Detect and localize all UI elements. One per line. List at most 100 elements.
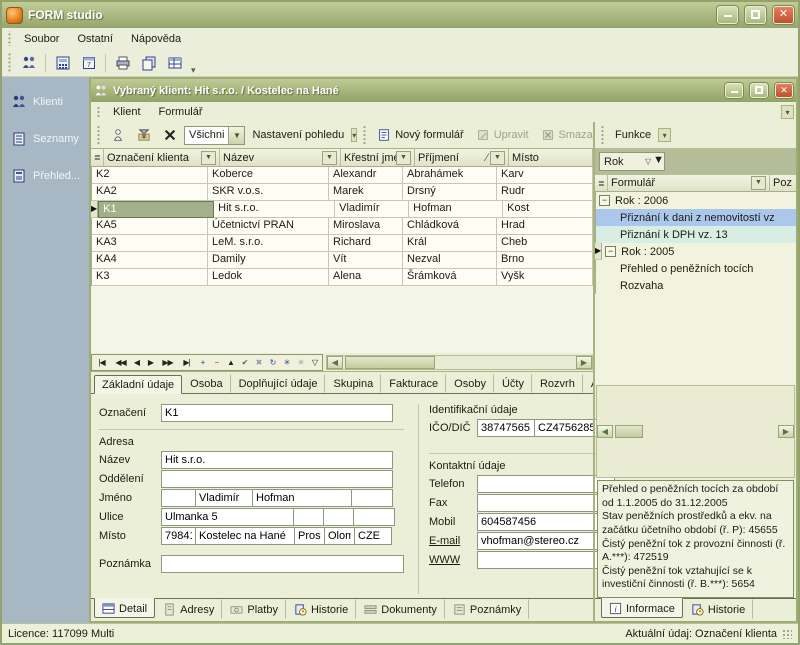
nav-goto-bookmark-button[interactable]: ✳ bbox=[294, 358, 308, 367]
forms-item-row[interactable]: Rozvaha bbox=[595, 277, 796, 294]
toolbar-grip[interactable] bbox=[7, 53, 12, 72]
combo-dropdown-icon[interactable]: ▼ bbox=[228, 127, 244, 144]
ulice-extra-field[interactable] bbox=[353, 508, 395, 526]
new-form-button[interactable]: Nový formulář bbox=[372, 125, 468, 146]
client-close-button[interactable]: ✕ bbox=[775, 83, 793, 98]
tab-fakturace[interactable]: Fakturace bbox=[381, 374, 446, 393]
psc-field[interactable] bbox=[161, 527, 196, 545]
email-link-label[interactable]: E-mail bbox=[429, 535, 477, 547]
tab-adresy[interactable]: Adresy bbox=[155, 599, 222, 619]
form-toolbar-grip[interactable] bbox=[362, 126, 367, 144]
jmeno-first-field[interactable] bbox=[195, 489, 253, 507]
functions-chevron[interactable]: ▾ bbox=[658, 128, 671, 142]
table-row[interactable]: K3LedokAlenaŠrámkováVyšk bbox=[91, 269, 593, 286]
view-filter-combo[interactable]: Všichni ▼ bbox=[184, 126, 245, 145]
edit-form-button[interactable]: Upravit bbox=[471, 125, 534, 146]
table-row-selected[interactable]: ▶ K1Hit s.r.o.VladimírHofmanKost bbox=[91, 201, 593, 218]
scroll-left-icon[interactable]: ◀ bbox=[597, 425, 613, 438]
calculator-button[interactable] bbox=[50, 51, 75, 74]
tab-skupina[interactable]: Skupina bbox=[325, 374, 381, 393]
oznaceni-field[interactable] bbox=[161, 404, 393, 422]
tab-historie-panel[interactable]: Historie bbox=[683, 599, 753, 619]
forms-horizontal-scrollbar[interactable]: ◀ ▶ bbox=[596, 385, 795, 478]
report-button[interactable]: 7 bbox=[76, 51, 101, 74]
table-button[interactable] bbox=[162, 51, 187, 74]
nav-edit-button[interactable]: ▲ bbox=[224, 358, 238, 367]
nav-first-button[interactable]: |◀ bbox=[92, 358, 111, 367]
client-minimize-button[interactable] bbox=[725, 83, 743, 98]
minimize-button[interactable] bbox=[717, 6, 738, 24]
scroll-right-icon[interactable]: ▶ bbox=[576, 356, 592, 369]
scroll-thumb[interactable] bbox=[345, 356, 435, 369]
scroll-left-icon[interactable]: ◀ bbox=[327, 356, 343, 369]
menubar-overflow-chevron[interactable]: ▾ bbox=[781, 105, 794, 119]
person-filter-button[interactable] bbox=[106, 125, 130, 146]
nav-insert-button[interactable]: + bbox=[196, 358, 210, 367]
jmeno-suffix-field[interactable] bbox=[351, 489, 393, 507]
forms-group-row[interactable]: −Rok : 2006 bbox=[595, 192, 796, 209]
clear-filter-button[interactable] bbox=[158, 125, 182, 146]
okres-field[interactable] bbox=[294, 527, 325, 545]
forms-group-row-current[interactable]: ▶ −Rok : 2005 bbox=[595, 243, 796, 260]
nav-prior-button[interactable]: ◀ bbox=[130, 358, 144, 367]
toolbar-overflow-chevron[interactable]: ▾ bbox=[188, 65, 199, 76]
nav-delete-button[interactable]: − bbox=[210, 358, 224, 367]
forms-item-row-selected[interactable]: Přiznání k dani z nemovitostí vz bbox=[595, 209, 796, 226]
tab-platby[interactable]: Platby bbox=[222, 599, 286, 619]
jmeno-last-field[interactable] bbox=[252, 489, 352, 507]
www-link-label[interactable]: WWW bbox=[429, 554, 477, 566]
current-row-indicator[interactable]: ▶ bbox=[595, 243, 602, 260]
sidebar-item-seznamy[interactable]: Seznamy bbox=[2, 131, 89, 147]
nav-next-page-button[interactable]: ▶▶ bbox=[158, 358, 177, 367]
clients-button[interactable] bbox=[16, 51, 41, 74]
table-row[interactable]: KA5Účetnictví PRANMiroslavaChládkováHrad bbox=[91, 218, 593, 235]
nav-prior-page-button[interactable]: ◀◀ bbox=[111, 358, 130, 367]
current-row-indicator[interactable]: ▶ bbox=[91, 201, 98, 218]
table-horizontal-scrollbar[interactable]: ◀ ▶ bbox=[326, 355, 593, 370]
view-settings-button[interactable]: Nastavení pohledu bbox=[247, 125, 349, 146]
column-filter-icon[interactable]: ▼ bbox=[201, 151, 216, 165]
column-filter-icon[interactable]: ▼ bbox=[322, 151, 337, 165]
forms-item-row[interactable]: Přiznání k DPH vz. 13 bbox=[595, 226, 796, 243]
menu-grip[interactable] bbox=[7, 31, 12, 46]
maximize-button[interactable] bbox=[745, 6, 766, 24]
column-filter-icon[interactable]: ▼ bbox=[490, 151, 505, 165]
tab-osoba[interactable]: Osoba bbox=[182, 374, 230, 393]
combo-dropdown-icon[interactable]: ▼ bbox=[653, 153, 664, 170]
filter-toolbar-grip[interactable] bbox=[96, 126, 101, 144]
sidebar-item-prehledy[interactable]: Přehled... bbox=[2, 168, 89, 184]
filter-toolbar-chevron[interactable]: ▾ bbox=[351, 128, 357, 142]
nav-bookmark-button[interactable]: ✳ bbox=[280, 358, 294, 367]
nav-refresh-button[interactable]: ↻ bbox=[266, 358, 280, 367]
tab-informace[interactable]: i Informace bbox=[601, 598, 683, 618]
column-filter-icon[interactable]: ▼ bbox=[396, 151, 411, 165]
nazev-field[interactable] bbox=[161, 451, 393, 469]
menu-soubor[interactable]: Soubor bbox=[15, 31, 68, 47]
tab-zakladni-udaje[interactable]: Základní údaje bbox=[94, 375, 182, 394]
client-menu-grip[interactable] bbox=[96, 105, 101, 119]
group-by-combo[interactable]: Rok ▽ ▼ bbox=[599, 152, 665, 171]
column-filter-icon[interactable]: ▼ bbox=[751, 176, 766, 190]
column-header-formular[interactable]: Formulář▼ bbox=[608, 175, 770, 192]
close-button[interactable]: ✕ bbox=[773, 6, 794, 24]
tab-doplnujici-udaje[interactable]: Doplňující údaje bbox=[231, 374, 326, 393]
menu-napoveda[interactable]: Nápověda bbox=[122, 31, 190, 47]
column-header-misto[interactable]: Místo bbox=[509, 149, 593, 167]
column-header-oznaceni[interactable]: Označení klienta▼ bbox=[104, 149, 220, 167]
column-header-krestni[interactable]: Křestní jméno▼ bbox=[341, 149, 415, 167]
filter-button[interactable] bbox=[132, 125, 156, 146]
table-row[interactable]: KA2SKR v.o.s.MarekDrsnýRudr bbox=[91, 184, 593, 201]
tab-poznamky[interactable]: Poznámky bbox=[445, 599, 529, 619]
sidebar-item-klienti[interactable]: Klienti bbox=[2, 94, 89, 110]
table-row[interactable]: KA3LeM. s.r.o.RichardKrálCheb bbox=[91, 235, 593, 252]
tab-rozvrh[interactable]: Rozvrh bbox=[532, 374, 583, 393]
ulice-co-field[interactable] bbox=[323, 508, 354, 526]
mesto-field[interactable] bbox=[195, 527, 295, 545]
ico-field[interactable] bbox=[477, 419, 535, 437]
column-header-poznamka[interactable]: Poz bbox=[770, 175, 796, 192]
tab-dokumenty[interactable]: Dokumenty bbox=[356, 599, 445, 619]
column-header-prijmeni[interactable]: Příjmení∕▼ bbox=[415, 149, 509, 167]
stat-field[interactable] bbox=[354, 527, 392, 545]
tab-ucty[interactable]: Účty bbox=[494, 374, 532, 393]
table-row[interactable]: K2KoberceAlexandrAbrahámekKarv bbox=[91, 167, 593, 184]
